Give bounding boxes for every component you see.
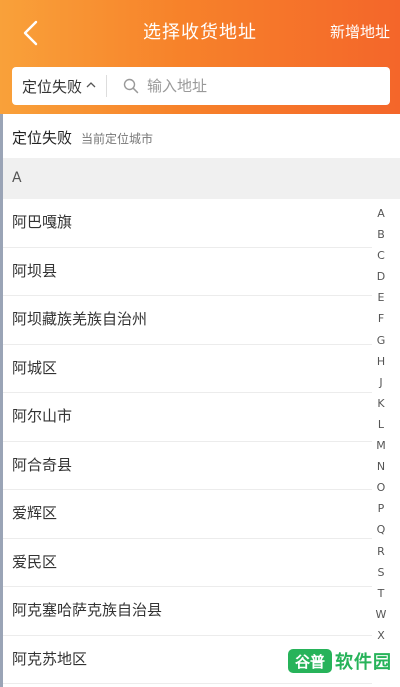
current-location-value[interactable]: 定位失败: [12, 127, 72, 148]
search-field[interactable]: [123, 67, 390, 105]
alpha-index-letter[interactable]: C: [377, 245, 385, 266]
list-item[interactable]: 阿坝县: [0, 248, 372, 296]
location-selector-label: 定位失败: [22, 77, 83, 96]
alpha-index-letter[interactable]: H: [377, 351, 385, 372]
search-icon: [123, 78, 139, 94]
alphabet-index[interactable]: A B C D E F G H J K L M N O P Q R S T W …: [374, 203, 388, 646]
alpha-index-letter[interactable]: R: [377, 541, 385, 562]
left-edge-strip: [0, 114, 3, 687]
current-location-hint: 当前定位城市: [81, 132, 154, 146]
alpha-index-letter[interactable]: F: [378, 308, 384, 329]
chevron-left-icon: [23, 20, 38, 46]
alpha-index-letter[interactable]: B: [377, 224, 385, 245]
list-item[interactable]: 爱辉区: [0, 490, 372, 539]
current-location: 定位失败 当前定位城市: [12, 127, 153, 148]
list-item[interactable]: 阿尔山市: [0, 393, 372, 442]
alpha-index-letter[interactable]: W: [376, 604, 387, 625]
alpha-index-letter[interactable]: N: [377, 456, 385, 477]
alpha-index-letter[interactable]: S: [378, 562, 385, 583]
header-bar: 选择收货地址 新增地址 定位失败: [0, 0, 400, 114]
add-address-button[interactable]: 新增地址: [330, 21, 390, 42]
alpha-index-letter[interactable]: A: [377, 203, 385, 224]
search-input[interactable]: [147, 67, 390, 105]
alpha-index-letter[interactable]: O: [377, 477, 386, 498]
alpha-index-letter[interactable]: L: [378, 414, 384, 435]
location-selector[interactable]: 定位失败: [12, 67, 106, 105]
alpha-index-letter[interactable]: X: [377, 625, 385, 646]
alpha-index-letter[interactable]: M: [376, 435, 386, 456]
alpha-index-letter[interactable]: K: [377, 393, 384, 414]
list-item[interactable]: 阿坝藏族羌族自治州: [0, 296, 372, 345]
watermark-brand-text: 软件园: [335, 652, 392, 673]
search-bar: 定位失败: [12, 67, 390, 105]
alpha-index-letter[interactable]: Q: [377, 519, 386, 540]
alpha-index-letter[interactable]: P: [378, 498, 385, 519]
search-divider: [106, 75, 108, 97]
watermark-logo-text: 谷普: [295, 653, 325, 671]
chevron-up-icon: [86, 82, 96, 88]
alpha-index-letter[interactable]: D: [377, 266, 385, 287]
list-item[interactable]: 阿巴嘎旗: [0, 199, 372, 248]
back-button[interactable]: [14, 16, 48, 50]
alpha-index-letter[interactable]: J: [379, 372, 382, 393]
alpha-index-letter[interactable]: T: [378, 583, 385, 604]
alpha-index-letter[interactable]: G: [377, 330, 386, 351]
list-item[interactable]: 阿城区: [0, 345, 372, 393]
list-item[interactable]: 阿克塞哈萨克族自治县: [0, 587, 372, 636]
list-item[interactable]: 阿合奇县: [0, 442, 372, 490]
alpha-index-letter[interactable]: E: [378, 287, 385, 308]
city-list: 阿巴嘎旗 阿坝县 阿坝藏族羌族自治州 阿城区 阿尔山市 阿合奇县 爱辉区 爱民区…: [0, 199, 400, 684]
section-header-a: A: [0, 158, 400, 199]
watermark-logo-icon: 谷普: [288, 649, 332, 673]
watermark: 谷普 软件园: [287, 645, 392, 677]
list-item[interactable]: 爱民区: [0, 539, 372, 587]
